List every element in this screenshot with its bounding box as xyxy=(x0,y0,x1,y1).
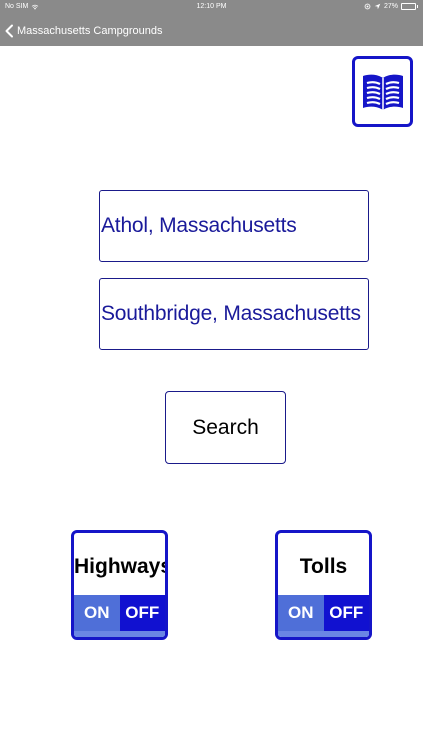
tolls-toggle: Tolls ON OFF xyxy=(275,530,372,640)
highways-title: Highways xyxy=(74,555,168,578)
tolls-on-button[interactable]: ON xyxy=(278,595,324,631)
battery-icon xyxy=(401,3,418,10)
highways-switch: ON OFF xyxy=(74,595,165,631)
tolls-title: Tolls xyxy=(299,555,348,578)
highways-off-button[interactable]: OFF xyxy=(119,595,165,631)
book-icon xyxy=(362,74,403,110)
to-location-input[interactable] xyxy=(99,278,369,350)
status-time: 12:10 PM xyxy=(196,3,227,10)
status-bar: No SIM 12:10 PM 27% xyxy=(0,0,423,15)
battery-percent: 27% xyxy=(383,3,398,10)
back-label: Massachusetts Campgrounds xyxy=(17,24,163,37)
tolls-switch: ON OFF xyxy=(278,595,369,631)
chevron-left-icon xyxy=(5,24,13,37)
highways-toggle-base xyxy=(74,631,165,637)
search-button[interactable]: Search xyxy=(165,391,286,464)
tolls-off-button[interactable]: OFF xyxy=(323,595,369,631)
highways-toggle: Highways ON OFF xyxy=(71,530,168,640)
status-right: 27% xyxy=(364,3,418,10)
book-button[interactable] xyxy=(352,56,413,127)
nav-bar: Massachusetts Campgrounds xyxy=(0,15,423,46)
from-location-input[interactable] xyxy=(99,190,369,262)
tolls-toggle-base xyxy=(278,631,369,637)
highways-on-button[interactable]: ON xyxy=(74,595,120,631)
orientation-lock-icon xyxy=(364,3,371,10)
back-button[interactable]: Massachusetts Campgrounds xyxy=(4,15,163,46)
location-arrow-icon xyxy=(374,3,381,10)
